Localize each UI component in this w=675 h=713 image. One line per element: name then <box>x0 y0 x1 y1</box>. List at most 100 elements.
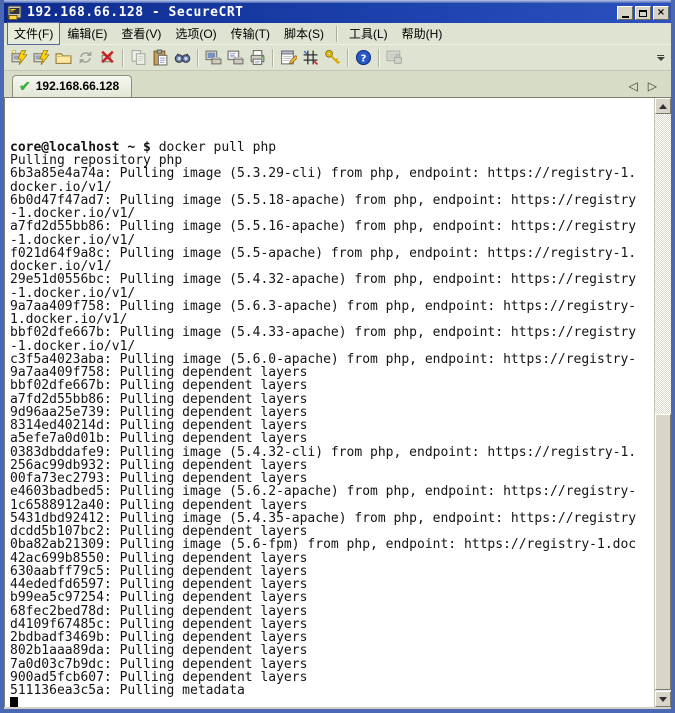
session-options-icon[interactable] <box>277 47 299 69</box>
terminal-line: 802b1aaa89da: Pulling dependent layers <box>10 644 654 657</box>
terminal-line: 00fa73ec2793: Pulling dependent layers <box>10 472 654 485</box>
terminal-line: -1.docker.io/v1/ <box>10 340 654 353</box>
terminal-line: c3f5a4023aba: Pulling image (5.6.0-apach… <box>10 353 654 366</box>
print-screen-icon[interactable] <box>202 47 224 69</box>
title-bar[interactable]: 192.168.66.128 - SecureCRT × <box>4 3 671 23</box>
terminal-line: 0383dbddafe9: Pulling image (5.4.32-cli)… <box>10 446 654 459</box>
terminal-line: 68fec2bed78d: Pulling dependent layers <box>10 605 654 618</box>
toolbar-separator <box>347 49 348 67</box>
securecrt-app-icon[interactable] <box>7 5 23 21</box>
terminal-line: a7fd2d55bb86: Pulling dependent layers <box>10 393 654 406</box>
menu-item-view[interactable]: 查看(V) <box>114 22 168 45</box>
terminal-line: a7fd2d55bb86: Pulling image (5.5.16-apac… <box>10 220 654 233</box>
terminal-line: dcdd5b107bc2: Pulling dependent layers <box>10 525 654 538</box>
key-agent-icon[interactable] <box>321 47 343 69</box>
terminal-line: -1.docker.io/v1/ <box>10 207 654 220</box>
terminal-line: 9a7aa409f758: Pulling dependent layers <box>10 366 654 379</box>
terminal-line: 6b0d47f47ad7: Pulling image (5.5.18-apac… <box>10 194 654 207</box>
securecrt-window: 192.168.66.128 - SecureCRT × 文件(F)编辑(E)查… <box>0 0 675 713</box>
terminal-line: 630aabff79c5: Pulling dependent layers <box>10 565 654 578</box>
print-selection-icon[interactable] <box>224 47 246 69</box>
tab-scroll-left-icon[interactable]: ◁ <box>629 79 638 93</box>
reconnect-icon <box>74 47 96 69</box>
terminal-blank-line <box>10 114 654 127</box>
terminal-line: 44ededfd6597: Pulling dependent layers <box>10 578 654 591</box>
menu-item-edit[interactable]: 编辑(E) <box>60 22 114 45</box>
terminal-line: 0ba82ab21309: Pulling image (5.6-fpm) fr… <box>10 538 654 551</box>
find-icon[interactable] <box>171 47 193 69</box>
help-icon[interactable]: ? <box>352 47 374 69</box>
terminal-line: 6b3a85e4a74a: Pulling image (5.3.29-cli)… <box>10 167 654 180</box>
close-button[interactable]: × <box>653 6 669 20</box>
terminal-line: f021d64f9a8c: Pulling image (5.5-apache)… <box>10 247 654 260</box>
keymap-icon[interactable] <box>299 47 321 69</box>
menu-item-file[interactable]: 文件(F) <box>7 22 60 45</box>
terminal-line: 9d96aa25e739: Pulling dependent layers <box>10 406 654 419</box>
terminal-line: docker.io/v1/ <box>10 181 654 194</box>
terminal-cursor <box>10 697 18 707</box>
terminal-line: 7a0d03c7b9dc: Pulling dependent layers <box>10 658 654 671</box>
connect-in-tab-icon[interactable] <box>52 47 74 69</box>
window-bottom-edge <box>4 707 671 713</box>
arrow-up-icon <box>659 104 667 109</box>
menu-item-options[interactable]: 选项(O) <box>168 22 223 45</box>
terminal-line: Pulling repository php <box>10 154 654 167</box>
terminal-line: bbf02dfe667b: Pulling image (5.4.33-apac… <box>10 326 654 339</box>
scroll-down-button[interactable] <box>655 691 671 707</box>
terminal-line: bbf02dfe667b: Pulling dependent layers <box>10 379 654 392</box>
terminal-line: 9a7aa409f758: Pulling image (5.6.3-apach… <box>10 300 654 313</box>
terminal-command-line: core@localhost ~ $ docker pull php <box>10 141 654 154</box>
svg-text:?: ? <box>360 53 366 64</box>
screen-lock-icon <box>383 47 405 69</box>
connect-icon[interactable] <box>30 47 52 69</box>
toolbar-overflow-icon[interactable] <box>654 51 667 65</box>
terminal-blank-line <box>10 128 654 141</box>
menu-separator <box>336 26 337 42</box>
tab-scroll-right-icon[interactable]: ▷ <box>648 79 657 93</box>
terminal-line: 5431dbd92412: Pulling image (5.4.35-apac… <box>10 512 654 525</box>
menu-item-help[interactable]: 帮助(H) <box>395 22 450 45</box>
terminal-line: docker.io/v1/ <box>10 260 654 273</box>
terminal-line: 29e51d0556bc: Pulling image (5.4.32-apac… <box>10 273 654 286</box>
terminal-line: 8314ed40214d: Pulling dependent layers <box>10 419 654 432</box>
tab-bar: ✔ 192.168.66.128 ◁ ▷ <box>4 71 671 97</box>
minimize-icon <box>622 16 629 18</box>
toolbar-separator <box>122 49 123 67</box>
terminal-line: 42ac699b8550: Pulling dependent layers <box>10 552 654 565</box>
maximize-button[interactable] <box>635 6 651 20</box>
quick-connect-icon[interactable] <box>8 47 30 69</box>
terminal-line: 2bdbadf3469b: Pulling dependent layers <box>10 631 654 644</box>
menu-item-transfer[interactable]: 传输(T) <box>224 22 277 45</box>
session-tab-label: 192.168.66.128 <box>36 79 119 93</box>
terminal-line: e4603badbed5: Pulling image (5.6.2-apach… <box>10 485 654 498</box>
print-icon[interactable] <box>246 47 268 69</box>
arrow-down-icon <box>659 697 667 702</box>
terminal-line: -1.docker.io/v1/ <box>10 234 654 247</box>
maximize-icon <box>639 10 647 17</box>
scrollbar-thumb[interactable] <box>655 414 671 690</box>
window-title: 192.168.66.128 - SecureCRT <box>27 3 617 23</box>
vertical-scrollbar[interactable] <box>654 98 671 707</box>
terminal-line: 511136ea3c5a: Pulling metadata <box>10 684 654 697</box>
terminal-blank-line <box>10 101 654 114</box>
toolbar-separator <box>272 49 273 67</box>
terminal-line: 1c6588912a40: Pulling dependent layers <box>10 499 654 512</box>
paste-icon[interactable] <box>149 47 171 69</box>
toolbar-separator <box>197 49 198 67</box>
terminal-cursor-line <box>10 697 654 707</box>
toolbar: ? <box>4 45 671 71</box>
connected-check-icon: ✔ <box>19 80 31 92</box>
scroll-up-button[interactable] <box>655 98 671 114</box>
session-tab[interactable]: ✔ 192.168.66.128 <box>12 75 132 97</box>
close-icon: × <box>657 8 665 18</box>
terminal-output[interactable]: core@localhost ~ $ docker pull phpPullin… <box>5 98 654 707</box>
terminal-line: 900ad5fcb607: Pulling dependent layers <box>10 671 654 684</box>
menu-bar: 文件(F)编辑(E)查看(V)选项(O)传输(T)脚本(S) 工具(L)帮助(H) <box>4 23 671 45</box>
menu-item-script[interactable]: 脚本(S) <box>277 22 331 45</box>
terminal-line: b99ea5c97254: Pulling dependent layers <box>10 591 654 604</box>
terminal-line: -1.docker.io/v1/ <box>10 287 654 300</box>
menu-item-tools[interactable]: 工具(L) <box>342 22 395 45</box>
disconnect-icon[interactable] <box>96 47 118 69</box>
toolbar-separator <box>378 49 379 67</box>
minimize-button[interactable] <box>617 6 633 20</box>
